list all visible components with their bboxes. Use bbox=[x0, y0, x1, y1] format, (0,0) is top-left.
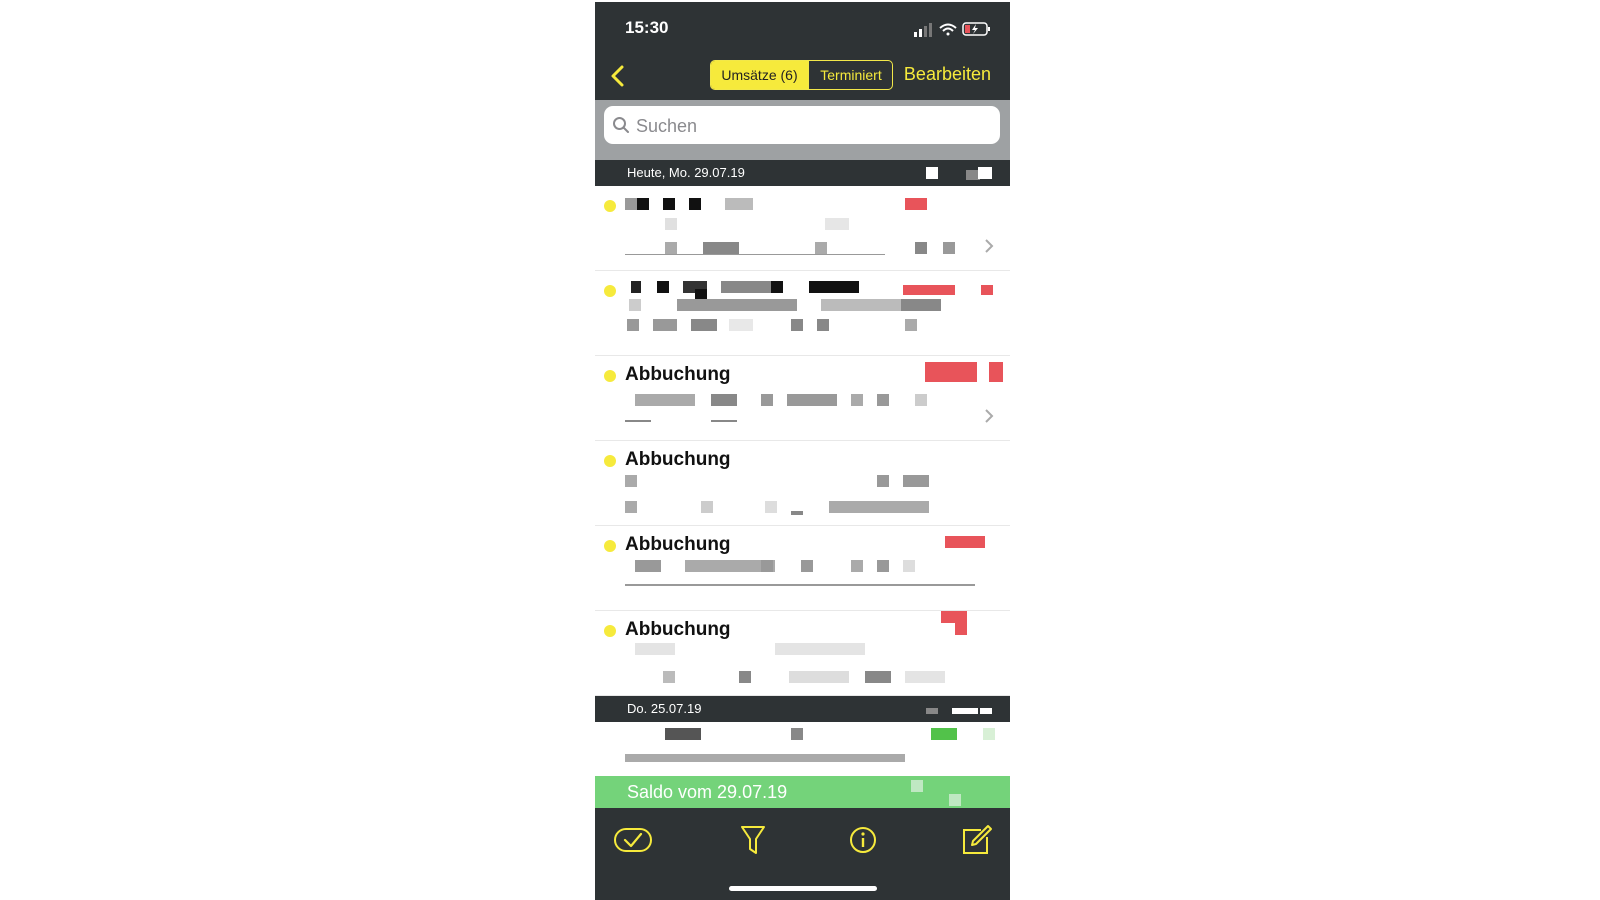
navigation-bar: Umsätze (6) Terminiert Bearbeiten bbox=[595, 52, 1010, 100]
redacted-content bbox=[625, 560, 975, 600]
signal-icon bbox=[914, 23, 932, 37]
segment-umsaetze[interactable]: Umsätze (6) bbox=[711, 61, 808, 89]
section-date: Heute, Mo. 29.07.19 bbox=[627, 165, 745, 180]
battery-icon bbox=[962, 22, 990, 36]
edit-button[interactable]: Bearbeiten bbox=[904, 64, 991, 85]
search-input[interactable] bbox=[634, 106, 988, 146]
home-indicator[interactable] bbox=[729, 886, 877, 891]
wifi-icon bbox=[939, 23, 957, 36]
transaction-row[interactable] bbox=[595, 271, 1010, 356]
chevron-right-icon bbox=[985, 239, 994, 253]
balance-bar[interactable]: Saldo vom 29.07.19 bbox=[595, 776, 1010, 808]
transaction-title: Abbuchung bbox=[625, 534, 731, 555]
balance-label: Saldo vom 29.07.19 bbox=[627, 782, 788, 802]
redacted-amount bbox=[925, 362, 1005, 382]
unread-dot-icon bbox=[604, 370, 616, 382]
redacted-content bbox=[625, 643, 955, 683]
transaction-row[interactable]: Abbuchung bbox=[595, 611, 1010, 696]
transaction-title: Abbuchung bbox=[625, 364, 731, 385]
transaction-title: Abbuchung bbox=[625, 449, 731, 470]
redacted-amount bbox=[945, 536, 985, 548]
search-bar bbox=[595, 100, 1010, 160]
section-total-redacted bbox=[926, 167, 992, 180]
segment-terminiert[interactable]: Terminiert bbox=[808, 61, 892, 89]
redacted-content bbox=[625, 394, 955, 424]
redacted-content bbox=[625, 475, 955, 515]
unread-dot-icon bbox=[604, 200, 616, 212]
compose-icon[interactable] bbox=[955, 824, 995, 856]
transaction-row[interactable] bbox=[595, 722, 1010, 776]
section-header: Do. 25.07.19 bbox=[595, 696, 1010, 722]
unread-dot-icon bbox=[604, 625, 616, 637]
transaction-row[interactable] bbox=[595, 186, 1010, 271]
back-chevron-icon[interactable] bbox=[603, 60, 635, 92]
chevron-right-icon bbox=[985, 409, 994, 423]
redacted-content bbox=[625, 728, 1005, 772]
redacted-content bbox=[625, 198, 1005, 258]
transaction-row[interactable]: Abbuchung bbox=[595, 356, 1010, 441]
filter-icon[interactable] bbox=[733, 824, 773, 856]
transaction-title: Abbuchung bbox=[625, 619, 731, 640]
transaction-row[interactable]: Abbuchung bbox=[595, 441, 1010, 526]
phone-screen: 15:30 Umsätze (6) Terminiert Bearbeiten … bbox=[595, 2, 1010, 900]
search-icon bbox=[613, 117, 629, 133]
bottom-toolbar bbox=[595, 808, 1010, 900]
redacted-amount bbox=[941, 611, 967, 635]
transaction-row[interactable]: Abbuchung bbox=[595, 526, 1010, 611]
search-field bbox=[604, 106, 1000, 146]
segmented-control: Umsätze (6) Terminiert bbox=[710, 60, 893, 90]
status-bar: 15:30 bbox=[595, 2, 1010, 52]
status-icons bbox=[914, 22, 990, 37]
unread-dot-icon bbox=[604, 285, 616, 297]
redacted-content bbox=[625, 281, 1005, 341]
status-time: 15:30 bbox=[625, 18, 669, 37]
info-icon[interactable] bbox=[843, 824, 883, 856]
unread-dot-icon bbox=[604, 540, 616, 552]
redacted-balance bbox=[911, 780, 963, 806]
checkmark-oval-icon[interactable] bbox=[613, 824, 653, 856]
unread-dot-icon bbox=[604, 455, 616, 467]
section-header: Heute, Mo. 29.07.19 bbox=[595, 160, 1010, 186]
section-total-redacted bbox=[926, 708, 992, 714]
section-date: Do. 25.07.19 bbox=[627, 701, 702, 716]
